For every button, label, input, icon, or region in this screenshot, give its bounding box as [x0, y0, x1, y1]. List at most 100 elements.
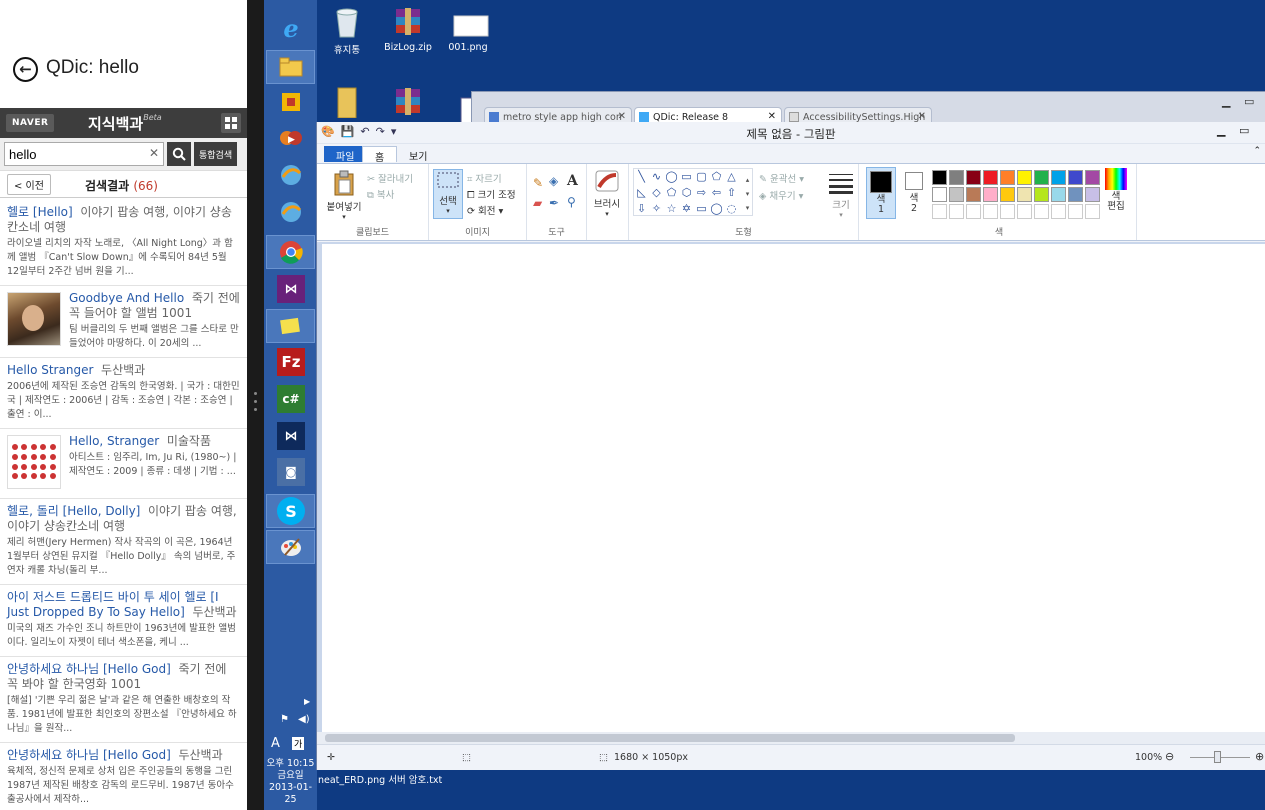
cut-button[interactable]: ✂ 잘라내기: [367, 171, 413, 185]
palette-swatch[interactable]: [1051, 187, 1066, 202]
browser-minimize-icon[interactable]: ▁: [1222, 95, 1230, 108]
file-explorer-icon[interactable]: [277, 53, 305, 81]
list-item[interactable]: Hello, Stranger 미술작품 아티스트 : 임주리, Im, Ju …: [0, 429, 247, 499]
back-button[interactable]: ←: [13, 57, 38, 82]
size-button[interactable]: 크기 ▾: [825, 172, 857, 219]
line-shape-icon[interactable]: ╲: [635, 170, 648, 183]
tab-file[interactable]: 파일: [324, 146, 367, 163]
close-tab-icon[interactable]: ✕: [768, 111, 776, 122]
pentagon-shape-icon[interactable]: ⬠: [665, 186, 678, 199]
integrated-search-button[interactable]: 통합검색: [194, 142, 238, 166]
palette-swatch[interactable]: [949, 187, 964, 202]
close-tab-icon[interactable]: ✕: [618, 111, 626, 122]
custom-color-slot[interactable]: [1000, 204, 1015, 219]
close-tab-icon[interactable]: ✕: [918, 111, 926, 122]
palette-swatch[interactable]: [932, 187, 947, 202]
pencil-icon[interactable]: ✎: [533, 176, 543, 190]
app-puzzle-icon[interactable]: [277, 88, 305, 116]
result-title-link[interactable]: 헬로, 돌리 [Hello, Dolly]: [7, 504, 140, 518]
browser-app-icon[interactable]: [277, 161, 305, 189]
palette-swatch[interactable]: [949, 170, 964, 185]
edit-colors-button[interactable]: 색 편집: [1102, 168, 1130, 212]
desktop-icon-bizlog[interactable]: BizLog.zip: [378, 6, 438, 53]
desktop-bottom-files[interactable]: neat_ERD.png 서버 암호.txt: [318, 772, 442, 786]
outline-button[interactable]: ✎ 윤곽선 ▾: [759, 171, 804, 185]
resize-button[interactable]: ⧠ 크기 조정: [467, 187, 516, 201]
rounded-rect-shape-icon[interactable]: ▢: [695, 170, 708, 183]
sticky-notes-icon[interactable]: [277, 312, 305, 340]
eraser-icon[interactable]: ▰: [533, 196, 542, 210]
polygon-shape-icon[interactable]: ⬠: [710, 170, 723, 183]
paste-button[interactable]: 붙여넣기 ▾: [323, 170, 365, 221]
desktop-icon-001png[interactable]: 001.png: [438, 6, 498, 53]
skype-icon[interactable]: S: [277, 497, 305, 525]
ime-indicator[interactable]: 가: [292, 737, 305, 750]
desktop-icon-recycle-bin[interactable]: 휴지통: [317, 6, 377, 56]
left-arrow-shape-icon[interactable]: ⇦: [710, 186, 723, 199]
result-title-link[interactable]: 아이 저스트 드롭티드 바이 투 세이 헬로 [I Just Dropped B…: [7, 590, 219, 619]
custom-color-slot[interactable]: [949, 204, 964, 219]
select-button[interactable]: 선택 ▾: [433, 169, 463, 219]
right-arrow-shape-icon[interactable]: ⇨: [695, 186, 708, 199]
remote-desktop-icon[interactable]: ◙: [277, 458, 305, 486]
custom-color-slot[interactable]: [1017, 204, 1032, 219]
triangle-shape-icon[interactable]: △: [725, 170, 738, 183]
zoom-out-icon[interactable]: ⊖: [1165, 750, 1174, 763]
paint-icon[interactable]: [277, 533, 305, 561]
search-button[interactable]: [167, 142, 191, 166]
color-picker-icon[interactable]: ✒: [549, 196, 559, 210]
desktop-icon-folder[interactable]: [317, 86, 377, 122]
custom-color-slot[interactable]: [966, 204, 981, 219]
magnifier-icon[interactable]: ⚲: [567, 195, 576, 209]
callout-rect-shape-icon[interactable]: ▭: [695, 202, 708, 215]
chrome-icon[interactable]: [277, 238, 305, 266]
minimize-icon[interactable]: ▁: [1217, 124, 1225, 137]
crop-button[interactable]: ⌗ 자르기: [467, 171, 502, 185]
list-item[interactable]: 안녕하세요 하나님 [Hello God] 두산백과 육체적, 정신적 문제로 …: [0, 743, 247, 810]
right-triangle-shape-icon[interactable]: ◺: [635, 186, 648, 199]
maximize-icon[interactable]: ▭: [1239, 124, 1249, 137]
list-item[interactable]: 헬로, 돌리 [Hello, Dolly] 이야기 팝송 여행, 이야기 샹송칸…: [0, 499, 247, 585]
palette-swatch[interactable]: [1068, 187, 1083, 202]
list-item[interactable]: 헬로 [Hello] 이야기 팝송 여행, 이야기 샹송칸소네 여행 라이오넬 …: [0, 200, 247, 286]
palette-swatch[interactable]: [1017, 170, 1032, 185]
filezilla-icon[interactable]: Fz: [277, 348, 305, 376]
diamond-shape-icon[interactable]: ◇: [650, 186, 663, 199]
six-star-shape-icon[interactable]: ✡: [680, 202, 693, 215]
zoom-in-icon[interactable]: ⊕: [1255, 750, 1264, 763]
rotate-button[interactable]: ⟳ 회전 ▾: [467, 203, 503, 217]
tray-expand-icon[interactable]: ▶: [304, 697, 310, 706]
clock[interactable]: 오후 10:15 금요일 2013-01-25: [264, 758, 317, 806]
tab-view[interactable]: 보기: [397, 146, 439, 163]
volume-icon[interactable]: ◀): [298, 714, 310, 725]
palette-swatch[interactable]: [1085, 187, 1100, 202]
ribbon-collapse-icon[interactable]: ⌃: [1253, 146, 1261, 156]
result-title-link[interactable]: Hello, Stranger: [69, 434, 159, 448]
four-star-shape-icon[interactable]: ✧: [650, 202, 663, 215]
prev-button[interactable]: < 이전: [7, 173, 51, 195]
palette-swatch[interactable]: [1068, 170, 1083, 185]
palette-swatch[interactable]: [1034, 170, 1049, 185]
result-title-link[interactable]: 안녕하세요 하나님 [Hello God]: [7, 662, 171, 676]
text-tool-icon[interactable]: A: [567, 173, 578, 189]
custom-color-slot[interactable]: [1068, 204, 1083, 219]
palette-swatch[interactable]: [1000, 187, 1015, 202]
callout-cloud-shape-icon[interactable]: ◌: [725, 202, 738, 215]
palette-swatch[interactable]: [932, 170, 947, 185]
result-title-link[interactable]: 안녕하세요 하나님 [Hello God]: [7, 748, 171, 762]
brushes-button[interactable]: 브러시 ▾: [591, 169, 623, 218]
copy-button[interactable]: ⧉ 복사: [367, 187, 394, 201]
custom-color-slot[interactable]: [1051, 204, 1066, 219]
palette-swatch[interactable]: [966, 187, 981, 202]
csharp-app-icon[interactable]: c#: [277, 385, 305, 413]
list-item[interactable]: Hello Stranger 두산백과 2006년에 제작된 조승연 감독의 한…: [0, 358, 247, 429]
tab-home[interactable]: 홈: [362, 146, 398, 164]
shapes-scroll-up-icon[interactable]: ▴: [741, 174, 754, 187]
shapes-expand-icon[interactable]: ▾: [741, 202, 754, 215]
palette-swatch[interactable]: [1017, 187, 1032, 202]
custom-color-slot[interactable]: [1085, 204, 1100, 219]
five-star-shape-icon[interactable]: ☆: [665, 202, 678, 215]
custom-color-slot[interactable]: [983, 204, 998, 219]
desktop-icon-archive[interactable]: [378, 86, 438, 122]
browser-maximize-icon[interactable]: ▭: [1244, 95, 1254, 108]
